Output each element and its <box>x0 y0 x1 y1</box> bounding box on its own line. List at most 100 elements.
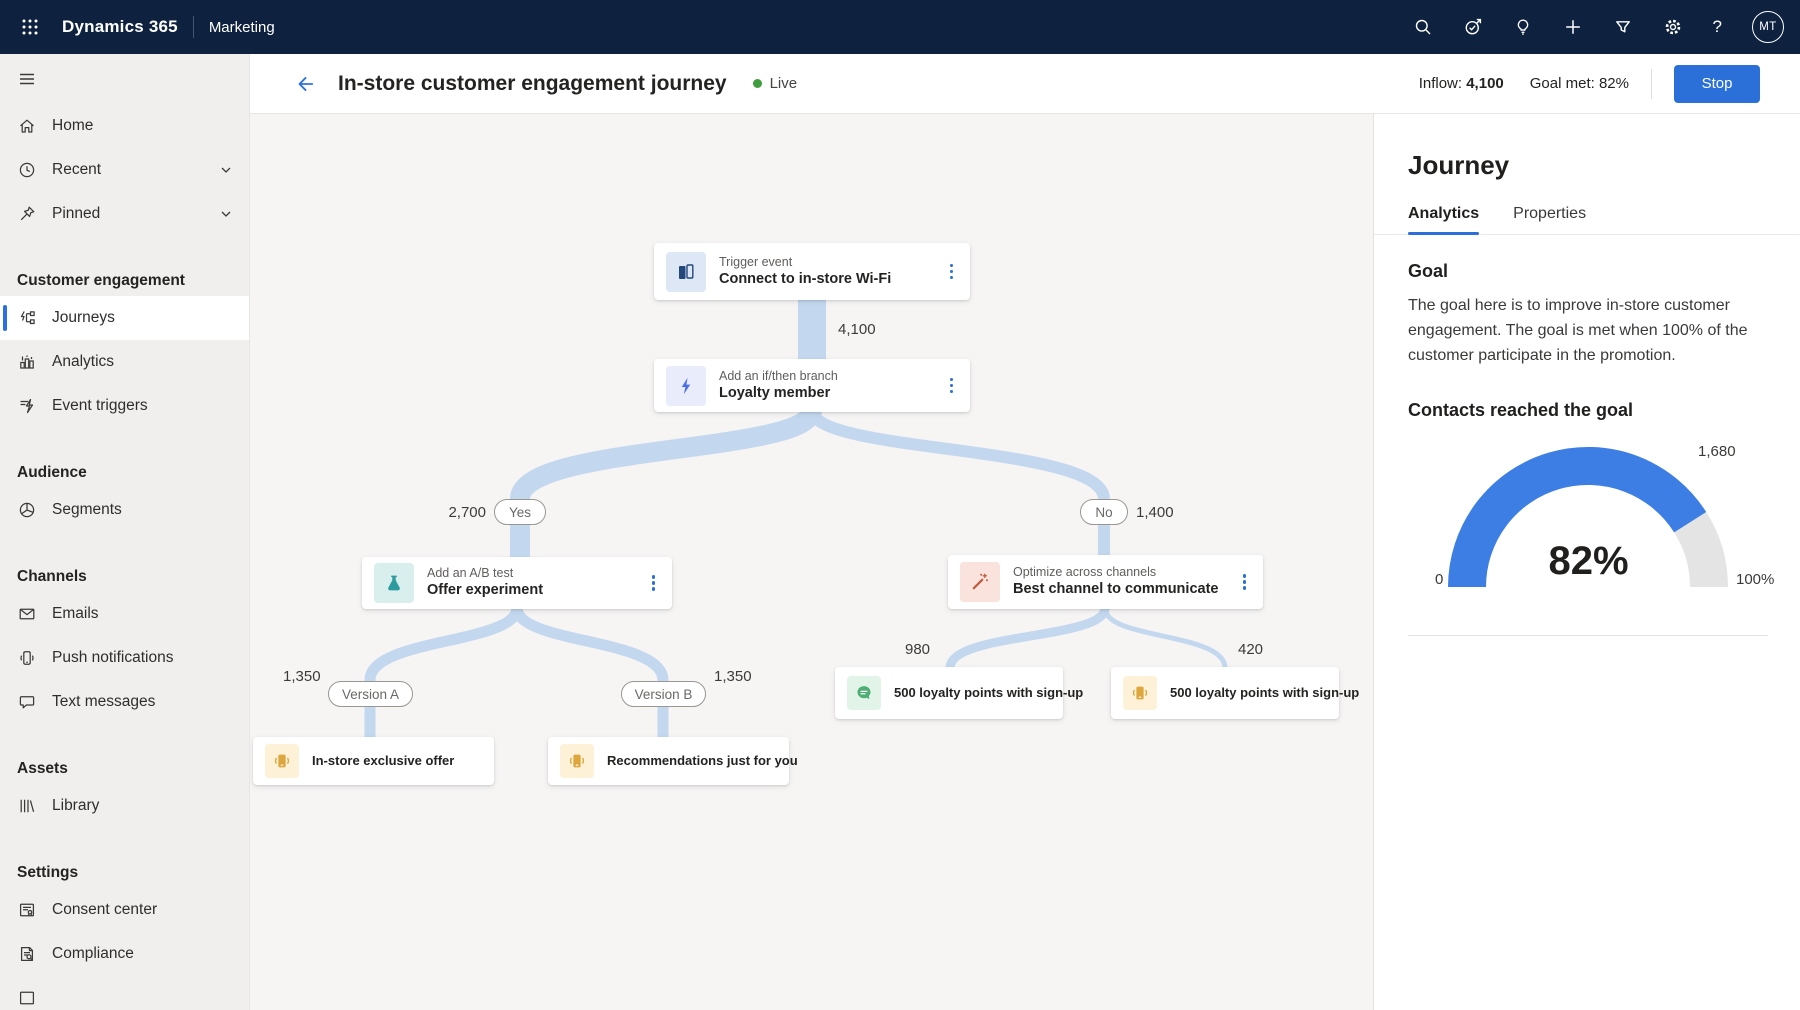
sidebar-item-segments[interactable]: Segments <box>0 488 249 532</box>
inflow-value: 4,100 <box>1466 75 1504 92</box>
node-if-then-branch[interactable]: Add an if/then branch Loyalty member <box>654 359 970 412</box>
waffle-menu-icon[interactable] <box>16 13 44 41</box>
sidebar-item-partial[interactable] <box>0 976 249 1010</box>
sidebar-section-heading: Assets <box>17 760 68 777</box>
sidebar-item-journeys[interactable]: Journeys <box>0 296 249 340</box>
node-title: In-store exclusive offer <box>312 753 455 769</box>
entry-door-icon <box>666 251 706 292</box>
sidebar-item-label: Compliance <box>52 945 134 962</box>
app-area-label: Marketing <box>208 18 275 36</box>
node-optimize-channels[interactable]: Optimize across channels Best channel to… <box>948 555 1263 609</box>
edge-version-a <box>364 606 523 738</box>
add-icon[interactable] <box>1563 17 1583 37</box>
branch-pill-version-a: Version A <box>328 681 413 707</box>
histogram-icon <box>20 355 34 369</box>
sidebar-item-library[interactable]: Library <box>0 784 249 828</box>
clock-icon <box>19 162 35 178</box>
stop-button[interactable]: Stop <box>1674 64 1760 103</box>
node-push-offer-b[interactable]: Recommendations just for you <box>548 737 798 785</box>
home-icon <box>20 119 34 133</box>
node-push-loyalty[interactable]: 500 loyalty points with sign-up <box>1111 667 1360 719</box>
edge-version-b <box>511 606 669 738</box>
brand-divider <box>192 16 194 38</box>
sidebar-section-heading: Settings <box>17 864 79 881</box>
more-options-button[interactable] <box>1238 569 1252 595</box>
lightbulb-icon[interactable] <box>1513 17 1533 37</box>
edge-value-no: 1,400 <box>1136 504 1174 521</box>
gauge-reached-label: 1,680 <box>1698 443 1736 461</box>
gauge-value: 82% <box>1548 539 1629 584</box>
edge-value-sms: 980 <box>905 641 931 658</box>
node-type-label: Trigger event <box>719 254 793 269</box>
node-title: Best channel to communicate <box>1013 581 1219 598</box>
node-sms-loyalty[interactable]: 500 loyalty points with sign-up <box>835 667 1083 719</box>
sidebar-item-label: Emails <box>52 605 99 622</box>
edge-value-push: 420 <box>1238 641 1264 658</box>
live-dot-icon <box>752 79 762 88</box>
sidebar-item-label: Recent <box>52 161 102 178</box>
node-title: Offer experiment <box>427 582 544 599</box>
chevron-down-icon[interactable] <box>219 163 233 177</box>
branch-pill-no: No <box>1080 499 1128 525</box>
more-options-button[interactable] <box>945 373 959 399</box>
sidebar-item-compliance[interactable]: Compliance <box>0 932 249 976</box>
journey-side-panel: Journey Analytics Properties Goal The go… <box>1373 114 1800 1010</box>
sidebar-item-label: Text messages <box>52 693 156 710</box>
branch-pill-version-b: Version B <box>621 681 706 707</box>
chevron-down-icon[interactable] <box>219 207 233 221</box>
search-icon[interactable] <box>1413 17 1433 37</box>
node-ab-test[interactable]: Add an A/B test Offer experiment <box>362 557 672 609</box>
settings-gear-icon[interactable] <box>1663 17 1683 37</box>
filter-icon[interactable] <box>1613 17 1633 37</box>
edge-push <box>1102 607 1228 669</box>
more-options-button[interactable] <box>945 259 959 285</box>
guide-check-icon[interactable] <box>1463 17 1483 37</box>
tab-analytics[interactable]: Analytics <box>1408 205 1480 235</box>
collapse-sidebar-button[interactable] <box>0 54 249 104</box>
journey-canvas[interactable]: 4,100 2,700 1,400 1,350 1,350 980 420 Ye… <box>250 114 1373 1010</box>
node-trigger-event[interactable]: Trigger event Connect to in-store Wi-Fi <box>654 243 970 300</box>
topbar-actions: ? MT <box>1413 11 1800 43</box>
sidebar-item-label: Event triggers <box>52 397 148 414</box>
status-label: Live <box>769 75 798 92</box>
edge-no <box>806 408 1110 556</box>
more-options-button[interactable] <box>647 570 661 596</box>
phone-vibrate-icon <box>560 744 594 778</box>
sidebar-item-analytics[interactable]: Analytics <box>0 340 249 384</box>
node-push-offer-a[interactable]: In-store exclusive offer <box>253 737 494 785</box>
journey-header: In-store customer engagement journey Liv… <box>250 54 1800 114</box>
lightning-bolt-icon <box>666 365 706 406</box>
gauge-heading: Contacts reached the goal <box>1408 400 1634 421</box>
edge-yes <box>510 406 822 558</box>
node-title: Recommendations just for you <box>607 753 798 769</box>
goal-met-metric: Goal met: 82% <box>1529 75 1629 92</box>
sidebar-item-pinned[interactable]: Pinned <box>0 192 249 236</box>
sidebar-item-push-notifications[interactable]: Push notifications <box>0 636 249 680</box>
sidebar-item-emails[interactable]: Emails <box>0 592 249 636</box>
magic-wand-icon <box>960 562 1000 602</box>
inflow-metric: Inflow: 4,100 <box>1418 75 1504 92</box>
goal-description: The goal here is to improve in-store cus… <box>1408 297 1748 364</box>
node-title: 500 loyalty points with sign-up <box>1170 685 1360 701</box>
sidebar-item-text-messages[interactable]: Text messages <box>0 680 249 724</box>
edge-sms <box>945 606 1110 670</box>
trigger-bolt-icon <box>20 398 34 414</box>
node-type-label: Optimize across channels <box>1013 565 1157 580</box>
edge-value-inflow: 4,100 <box>838 321 876 338</box>
sidebar-section-heading: Channels <box>17 568 87 585</box>
brand-title: Dynamics 365 <box>62 17 178 36</box>
goal-heading: Goal <box>1408 261 1449 281</box>
sidebar-item-label: Push notifications <box>52 649 174 666</box>
sidebar-item-event-triggers[interactable]: Event triggers <box>0 384 249 428</box>
avatar[interactable]: MT <box>1752 11 1784 43</box>
branch-pill-yes: Yes <box>494 499 546 525</box>
sidebar-item-recent[interactable]: Recent <box>0 148 249 192</box>
back-button[interactable] <box>294 73 316 95</box>
app-top-bar: Dynamics 365 Marketing ? MT <box>0 0 1800 54</box>
header-divider <box>1651 68 1652 99</box>
sidebar-item-consent-center[interactable]: Consent center <box>0 888 249 932</box>
sidebar-item-home[interactable]: Home <box>0 104 249 148</box>
help-icon[interactable]: ? <box>1713 17 1722 37</box>
tab-properties[interactable]: Properties <box>1513 205 1586 234</box>
sidebar-item-label: Segments <box>52 501 122 518</box>
